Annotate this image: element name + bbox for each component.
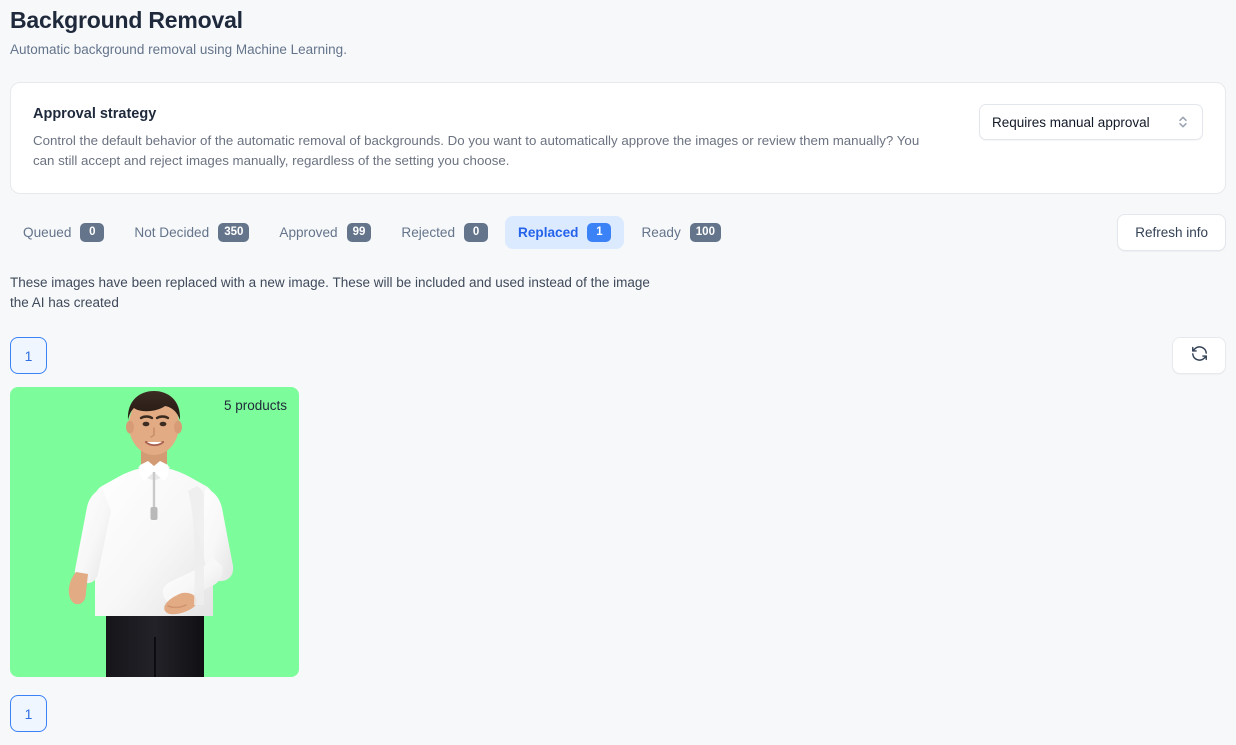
tab-ready[interactable]: Ready 100 (628, 216, 733, 249)
approval-strategy-description: Control the default behavior of the auto… (33, 131, 938, 171)
replaced-images-grid: 5 products (10, 387, 1226, 677)
tab-approved-badge: 99 (347, 223, 372, 242)
pagination-bottom-row: 1 (10, 695, 1226, 732)
status-tabs: Queued 0 Not Decided 350 Approved 99 Rej… (10, 216, 734, 249)
tab-queued-badge: 0 (80, 223, 104, 242)
tab-ready-badge: 100 (690, 223, 721, 242)
tab-queued-label: Queued (23, 225, 71, 240)
tab-not-decided-badge: 350 (218, 223, 249, 242)
tab-not-decided-label: Not Decided (134, 225, 209, 240)
tab-ready-label: Ready (641, 225, 680, 240)
pagination-page-1-top[interactable]: 1 (10, 337, 47, 374)
tab-replaced-label: Replaced (518, 225, 578, 240)
refresh-info-button[interactable]: Refresh info (1117, 214, 1226, 251)
approval-strategy-select-value: Requires manual approval (992, 115, 1176, 130)
tab-replaced-badge: 1 (587, 223, 611, 242)
pagination-top-row: 1 (10, 337, 1226, 374)
chevron-updown-icon (1176, 113, 1190, 131)
tab-rejected[interactable]: Rejected 0 (388, 216, 501, 249)
tab-replaced[interactable]: Replaced 1 (505, 216, 624, 249)
page-subtitle: Automatic background removal using Machi… (10, 41, 1226, 59)
reload-images-button[interactable] (1172, 337, 1226, 374)
approval-strategy-card: Approval strategy Control the default be… (10, 82, 1226, 194)
tab-rejected-label: Rejected (401, 225, 455, 240)
page-title: Background Removal (10, 0, 1226, 34)
tab-not-decided[interactable]: Not Decided 350 (121, 216, 262, 249)
product-count-label: 5 products (224, 398, 287, 413)
tab-rejected-badge: 0 (464, 223, 488, 242)
approval-strategy-text: Approval strategy Control the default be… (33, 104, 938, 171)
background-removal-page: Background Removal Automatic background … (0, 0, 1236, 745)
pagination-page-1-bottom[interactable]: 1 (10, 695, 47, 732)
replaced-image-card[interactable]: 5 products (10, 387, 299, 677)
product-model-image (10, 387, 299, 677)
approval-strategy-select[interactable]: Requires manual approval (979, 104, 1203, 140)
tab-queued[interactable]: Queued 0 (10, 216, 117, 249)
tab-approved[interactable]: Approved 99 (266, 216, 384, 249)
refresh-icon (1190, 344, 1209, 368)
status-tabs-row: Queued 0 Not Decided 350 Approved 99 Rej… (10, 214, 1226, 251)
tab-description: These images have been replaced with a n… (10, 273, 670, 313)
tab-approved-label: Approved (279, 225, 337, 240)
approval-strategy-title: Approval strategy (33, 104, 938, 124)
approval-strategy-select-wrapper: Requires manual approval (979, 104, 1203, 140)
